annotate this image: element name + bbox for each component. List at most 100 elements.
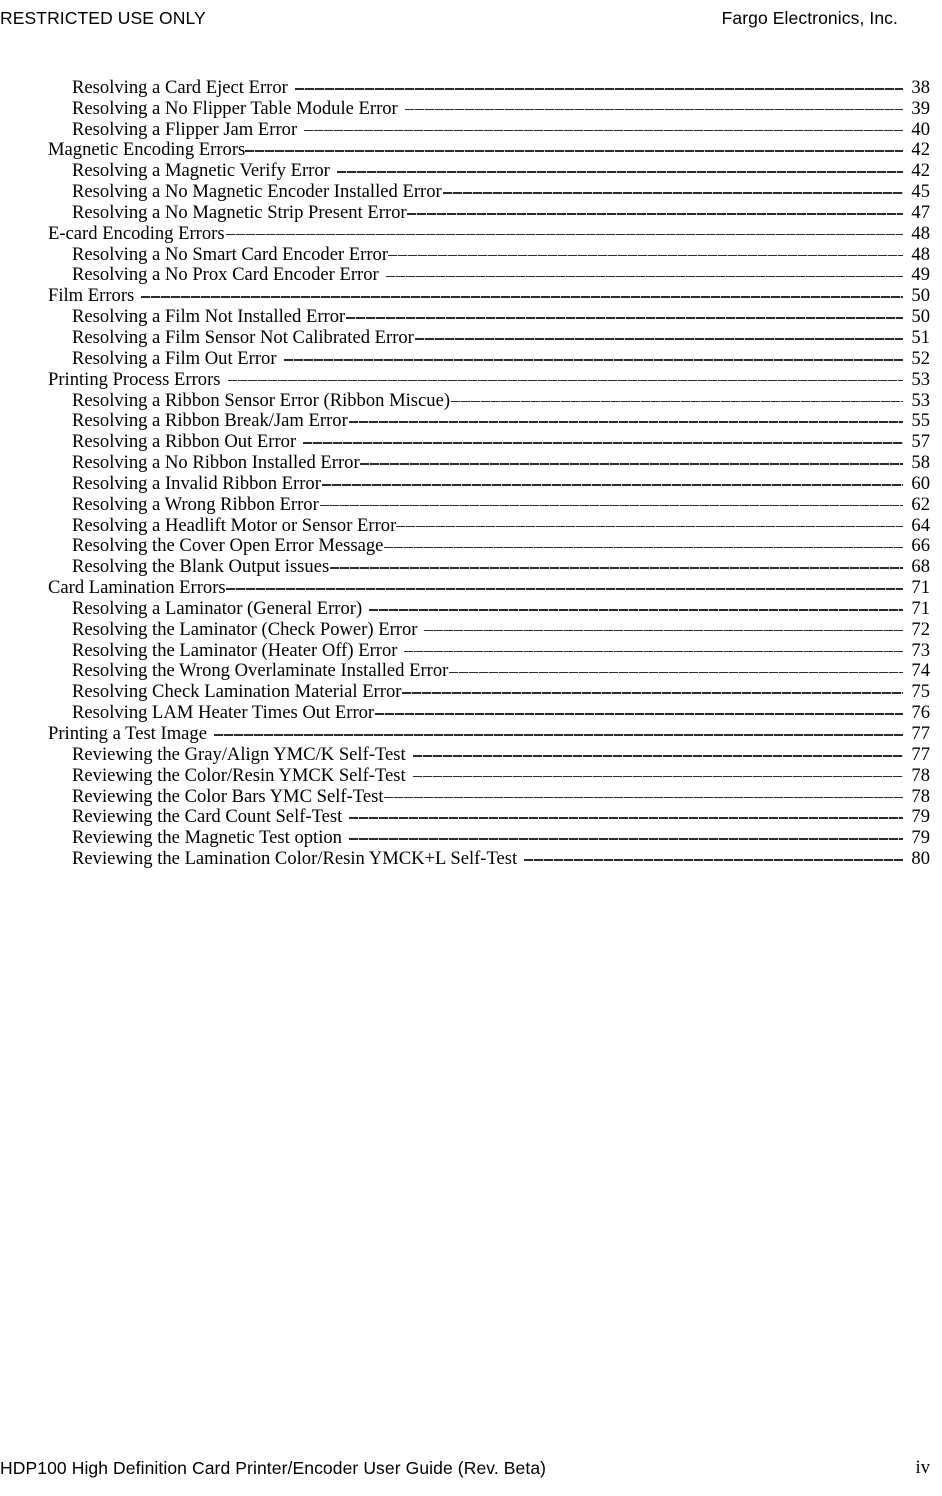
toc-entry-title: Resolving a No Smart Card Encoder Error — [72, 243, 389, 265]
header-company-name: Fargo Electronics, Inc. — [721, 8, 898, 28]
toc-entry-title: Resolving the Laminator (Heater Off) Err… — [72, 639, 398, 661]
toc-entry-page-number: 52 — [911, 347, 930, 369]
toc-entry-page-number: 50 — [911, 306, 930, 328]
toc-leader-line — [359, 447, 903, 468]
toc-entry-page-number: 50 — [911, 285, 930, 307]
toc-entry-page-number: 53 — [911, 389, 930, 411]
toc-entry-page-number: 64 — [911, 514, 930, 536]
footer-page-number: iv — [915, 1457, 930, 1478]
toc-entry-title: Reviewing the Magnetic Test option — [72, 827, 342, 849]
toc-leader-line — [424, 614, 903, 635]
toc-entry-title: Printing Process Errors — [48, 368, 221, 390]
toc-entry-title: Resolving a No Magnetic Encoder Installe… — [72, 181, 442, 203]
toc-leader-line — [384, 781, 903, 802]
toc-leader-line — [303, 426, 903, 447]
toc-entry-title: Resolving the Laminator (Check Power) Er… — [72, 618, 418, 640]
toc-entry-page-number: 72 — [911, 618, 930, 640]
toc-entry-title: Resolving a Headlift Motor or Sensor Err… — [72, 514, 397, 536]
toc-entry-page-number: 68 — [911, 556, 930, 578]
toc-entry-title: Resolving a Laminator (General Error) — [72, 597, 363, 619]
toc-entry-page-number: 71 — [911, 597, 930, 619]
toc-entry-page-number: 76 — [911, 702, 930, 724]
toc-entry-page-number: 38 — [911, 76, 930, 98]
toc-leader-line — [319, 489, 903, 510]
toc-leader-line — [304, 114, 903, 135]
toc-leader-line — [412, 739, 903, 760]
toc-entry-page-number: 51 — [911, 326, 930, 348]
toc-entry-page-number: 48 — [911, 222, 930, 244]
toc-leader-line — [412, 760, 903, 781]
toc-entry-page-number: 78 — [911, 785, 930, 807]
toc-entry-page-number: 53 — [911, 368, 930, 390]
toc-leader-line — [375, 697, 903, 718]
toc-leader-line — [369, 593, 903, 614]
toc-leader-line — [414, 322, 903, 343]
toc-leader-line — [213, 718, 903, 739]
toc-entry[interactable]: Film Errors 50 — [0, 280, 942, 306]
toc-entry-page-number: 66 — [911, 535, 930, 557]
toc-entry-page-number: 71 — [911, 577, 930, 599]
toc-entry-page-number: 62 — [911, 493, 930, 515]
footer-document-title: HDP100 High Definition Card Printer/Enco… — [0, 1458, 547, 1478]
toc-leader-line — [348, 406, 903, 427]
toc-leader-line — [225, 572, 903, 593]
toc-leader-line — [406, 197, 903, 218]
toc-entry-title: Resolving a Ribbon Out Error — [72, 431, 297, 453]
toc-entry-page-number: 48 — [911, 243, 930, 265]
toc-entry-title: Resolving Check Lamination Material Erro… — [72, 681, 402, 703]
toc-entry-title: Card Lamination Errors — [48, 577, 226, 599]
toc-leader-line — [321, 468, 903, 489]
toc-leader-line — [451, 385, 903, 406]
toc-leader-line — [524, 843, 903, 864]
toc-leader-line — [385, 260, 903, 281]
toc-leader-line — [388, 239, 903, 260]
toc-entry-title: Film Errors — [48, 285, 135, 307]
toc-entry-page-number: 79 — [911, 806, 930, 828]
toc-entry-title: E-card Encoding Errors — [48, 222, 225, 244]
toc-entry-page-number: 55 — [911, 410, 930, 432]
toc-leader-line — [336, 155, 903, 176]
header-restricted-use-notice: RESTRICTED USE ONLY — [0, 8, 206, 28]
toc-entry-page-number: 39 — [911, 97, 930, 119]
toc-leader-line — [396, 510, 903, 531]
toc-entry-title: Resolving a Film Not Installed Error — [72, 306, 346, 328]
toc-leader-line — [404, 93, 903, 114]
toc-entry-page-number: 45 — [911, 181, 930, 203]
toc-leader-line — [245, 135, 903, 156]
toc-leader-line — [442, 176, 903, 197]
toc-entry-title: Resolving a Wrong Ribbon Error — [72, 493, 319, 515]
toc-leader-line — [384, 531, 903, 552]
toc-entry-page-number: 47 — [911, 201, 930, 223]
toc-entry-page-number: 73 — [911, 639, 930, 661]
toc-entry-page-number: 60 — [911, 472, 930, 494]
running-header: RESTRICTED USE ONLY Fargo Electronics, I… — [0, 6, 942, 30]
toc-entry-page-number: 77 — [911, 743, 930, 765]
toc-entry-title: Reviewing the Color/Resin YMCK Self-Test — [72, 764, 406, 786]
toc-entry-title: Resolving a Card Eject Error — [72, 76, 288, 98]
toc-leader-line — [346, 301, 903, 322]
toc-entry-page-number: 75 — [911, 681, 930, 703]
table-of-contents: Resolving a Card Eject Error 38 Resolving … — [0, 72, 942, 869]
toc-entry-page-number: 79 — [911, 827, 930, 849]
toc-leader-line — [404, 635, 903, 656]
toc-entry-page-number: 57 — [911, 431, 930, 453]
toc-entry[interactable]: Resolving a Card Eject Error 38 — [0, 72, 942, 98]
toc-entry-page-number: 80 — [911, 848, 930, 870]
toc-entry-page-number: 74 — [911, 660, 930, 682]
toc-entry-page-number: 77 — [911, 723, 930, 744]
toc-leader-line — [402, 676, 903, 697]
toc-entry-page-number: 49 — [911, 264, 930, 286]
toc-leader-line — [349, 802, 903, 823]
toc-entry-page-number: 78 — [911, 764, 930, 786]
toc-leader-line — [330, 551, 903, 572]
document-page: RESTRICTED USE ONLY Fargo Electronics, I… — [0, 0, 942, 1496]
toc-entry[interactable]: Resolving a Film Not Installed Error 50 — [0, 301, 942, 327]
toc-entry-title: Printing a Test Image — [48, 723, 207, 744]
toc-entry-title: Resolving the Wrong Overlaminate Install… — [72, 660, 449, 682]
toc-leader-line — [294, 72, 903, 93]
toc-leader-line — [348, 822, 903, 843]
running-footer: HDP100 High Definition Card Printer/Enco… — [0, 1455, 942, 1483]
toc-entry-title: Reviewing the Card Count Self-Test — [72, 806, 343, 828]
toc-leader-line — [449, 656, 903, 677]
toc-leader-line — [227, 364, 904, 385]
